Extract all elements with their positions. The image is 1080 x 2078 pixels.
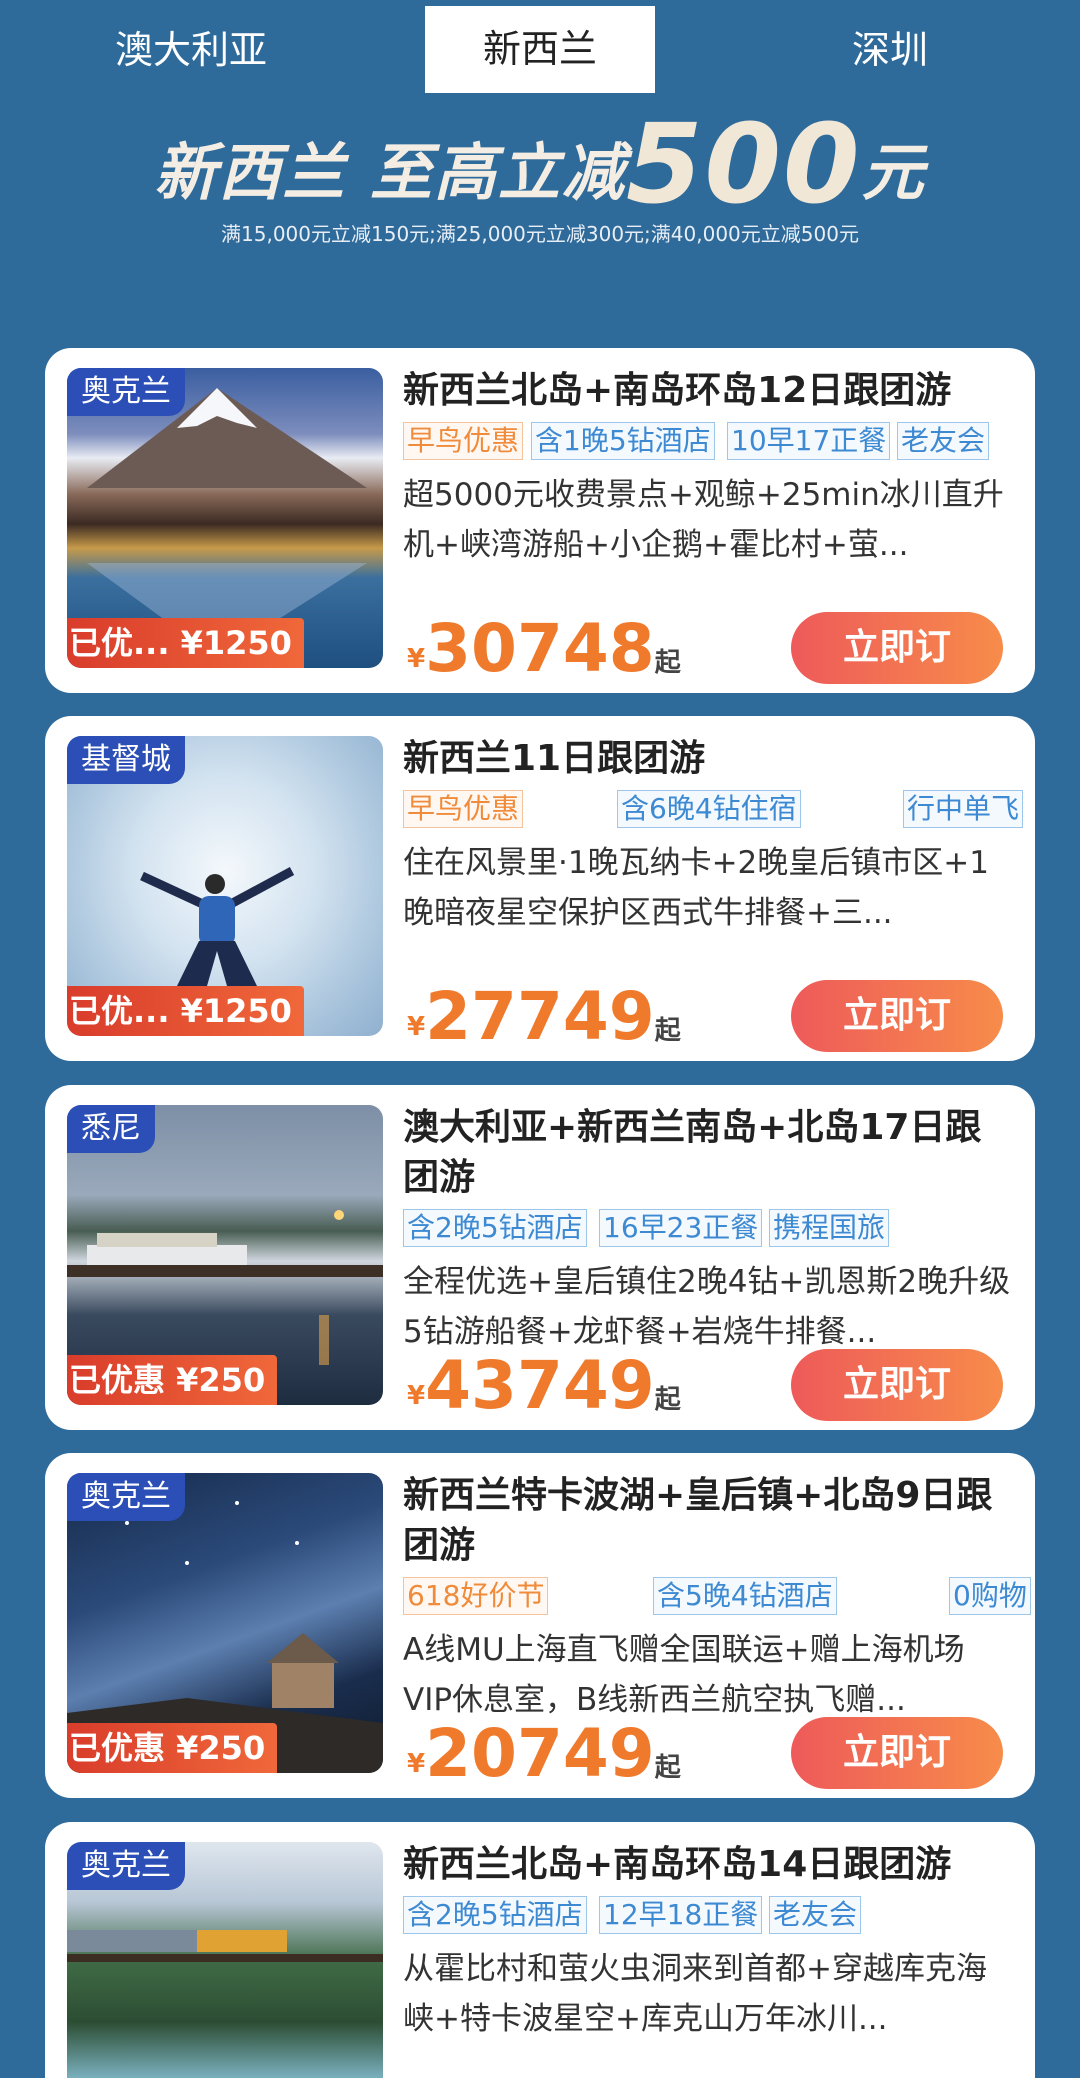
tour-card[interactable]: 奥克兰 新西兰北岛+南岛环岛14日跟团游 含2晚5钻酒店 12早18正餐 老友会…: [45, 1822, 1035, 2078]
price-value: 27749: [425, 978, 655, 1055]
promo-title: 新西兰 至高立减500元: [0, 109, 1080, 219]
price-value: 43749: [425, 1347, 655, 1424]
tour-title[interactable]: 澳大利亚+新西兰南岛+北岛17日跟团游: [403, 1103, 1013, 1203]
tour-image-starry-sky: 奥克兰 已优惠 ¥250: [67, 1473, 383, 1773]
tour-description: 超5000元收费景点+观鲸+25min冰川直升机+峡湾游船+小企鹅+霍比村+萤.…: [403, 477, 1004, 563]
price-value: 20749: [425, 1715, 655, 1792]
tag: 早鸟优惠: [403, 790, 524, 828]
tour-description: 住在风景里·1晚瓦纳卡+2晚皇后镇市区+1晚暗夜星空保护区西式牛排餐+三...: [403, 845, 989, 931]
tab-new-zealand[interactable]: 新西兰: [425, 6, 655, 93]
tour-card[interactable]: 基督城 已优... ¥1250 新西兰11日跟团游 早鸟优惠 含6晚4钻住宿 行…: [45, 716, 1035, 1061]
tag: 含2晚5钻酒店: [403, 1896, 587, 1934]
tour-title[interactable]: 新西兰特卡波湖+皇后镇+北岛9日跟团游: [403, 1471, 1013, 1571]
tag: 携程国旅: [769, 1209, 890, 1247]
location-badge: 悉尼: [67, 1105, 155, 1153]
tour-card[interactable]: 奥克兰 已优惠 ¥250 新西兰特卡波湖+皇后镇+北岛9日跟团游 618好价节 …: [45, 1453, 1035, 1798]
tag: 早鸟优惠: [403, 422, 524, 460]
tag: 16早23正餐: [599, 1209, 763, 1247]
book-now-button[interactable]: 立即订: [791, 1349, 1003, 1421]
tag: 老友会: [897, 422, 990, 460]
tag: 618好价节: [403, 1577, 549, 1615]
book-now-button[interactable]: 立即订: [791, 612, 1003, 684]
location-badge: 基督城: [67, 736, 185, 784]
tour-image-train-river: 奥克兰: [67, 1842, 383, 2078]
tag-row: 含2晚5钻酒店 12早18正餐 老友会: [403, 1896, 1033, 1936]
tag-row: 早鸟优惠 含1晚5钻酒店 10早17正餐 老友会: [403, 422, 1033, 462]
price-suffix: 起: [654, 648, 681, 678]
promo-amount: 500: [625, 100, 862, 228]
tag: 12早18正餐: [599, 1896, 763, 1934]
promo-banner: 新西兰 至高立减500元 满15,000元立减150元;满25,000元立减30…: [0, 109, 1080, 250]
destination-tabs: 澳大利亚 新西兰 深圳: [0, 0, 1080, 95]
tag-row: 含2晚5钻酒店 16早23正餐 携程国旅: [403, 1209, 1033, 1249]
tour-card[interactable]: 悉尼 已优惠 ¥250 澳大利亚+新西兰南岛+北岛17日跟团游 含2晚5钻酒店 …: [45, 1085, 1035, 1430]
book-now-button[interactable]: 立即订: [791, 980, 1003, 1052]
currency-symbol: ¥: [407, 644, 426, 674]
discount-badge: 已优... ¥1250: [67, 618, 304, 668]
tour-description: 从霍比村和萤火虫洞来到首都+穿越库克海峡+特卡波星空+库克山万年冰川...: [403, 1951, 987, 2037]
tab-shenzhen[interactable]: 深圳: [775, 0, 1005, 93]
tag: 0购物: [949, 1577, 1031, 1615]
tour-description: 全程优选+皇后镇住2晚4钻+凯恩斯2晚升级5钻游船餐+龙虾餐+岩烧牛排餐...: [403, 1264, 1011, 1350]
price: ¥27749起: [407, 978, 681, 1058]
tag: 老友会: [769, 1896, 862, 1934]
promo-title-text: 新西兰 至高立减: [154, 136, 626, 209]
tour-image-lake-boat: 悉尼 已优惠 ¥250: [67, 1105, 383, 1405]
location-badge: 奥克兰: [67, 1842, 185, 1890]
promo-unit: 元: [861, 136, 926, 209]
discount-badge: 已优... ¥1250: [67, 986, 304, 1036]
tag-row: 早鸟优惠 含6晚4钻住宿 行中单飞: [403, 790, 1033, 830]
tag: 含5晚4钻酒店: [653, 1577, 837, 1615]
price: ¥30748起: [407, 610, 681, 690]
tag: 10早17正餐: [727, 422, 891, 460]
tag: 含1晚5钻酒店: [531, 422, 715, 460]
discount-badge: 已优惠 ¥250: [67, 1355, 278, 1405]
currency-symbol: ¥: [407, 1749, 426, 1779]
tour-image-mountain: 奥克兰 已优... ¥1250: [67, 368, 383, 668]
tag-row: 618好价节 含5晚4钻酒店 0购物: [403, 1577, 1033, 1617]
tour-title[interactable]: 新西兰北岛+南岛环岛14日跟团游: [403, 1840, 1013, 1890]
promo-subtitle: 满15,000元立减150元;满25,000元立减300元;满40,000元立减…: [221, 222, 859, 246]
tour-image-ice-cave: 基督城 已优... ¥1250: [67, 736, 383, 1036]
currency-symbol: ¥: [407, 1012, 426, 1042]
currency-symbol: ¥: [407, 1381, 426, 1411]
tab-australia[interactable]: 澳大利亚: [76, 0, 306, 93]
price-suffix: 起: [654, 1753, 681, 1783]
book-now-button[interactable]: 立即订: [791, 1717, 1003, 1789]
tour-title[interactable]: 新西兰11日跟团游: [403, 734, 1013, 784]
location-badge: 奥克兰: [67, 1473, 185, 1521]
price-value: 30748: [425, 610, 655, 687]
tag: 含2晚5钻酒店: [403, 1209, 587, 1247]
tour-title[interactable]: 新西兰北岛+南岛环岛12日跟团游: [403, 366, 1013, 416]
discount-badge: 已优惠 ¥250: [67, 1723, 278, 1773]
tour-description: A线MU上海直飞赠全国联运+赠上海机场VIP休息室，B线新西兰航空执飞赠...: [403, 1632, 965, 1718]
tag: 含6晚4钻住宿: [617, 790, 801, 828]
price: ¥20749起: [407, 1715, 681, 1795]
tour-card[interactable]: 奥克兰 已优... ¥1250 新西兰北岛+南岛环岛12日跟团游 早鸟优惠 含1…: [45, 348, 1035, 693]
price-suffix: 起: [654, 1016, 681, 1046]
tag: 行中单飞: [903, 790, 1024, 828]
location-badge: 奥克兰: [67, 368, 185, 416]
price: ¥43749起: [407, 1347, 681, 1427]
price-suffix: 起: [654, 1385, 681, 1415]
